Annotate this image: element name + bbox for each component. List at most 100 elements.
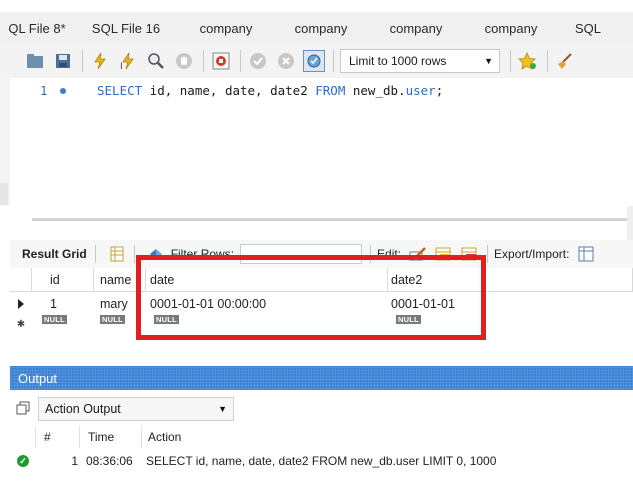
cell-name[interactable]: mary (94, 292, 146, 316)
splitter-edge (627, 206, 633, 240)
output-row-number: 1 (71, 454, 78, 468)
toolbar-separator (370, 245, 372, 263)
result-grid-toolbar: Result Grid Filter Rows: Edit: Export/Im… (10, 240, 633, 268)
limit-rows-select[interactable]: Limit to 1000 rows ▼ (340, 49, 500, 73)
tab-sql-file-16[interactable]: SQL File 16 (74, 21, 178, 36)
export-icon[interactable] (577, 245, 595, 263)
output-panel-header: Output (10, 366, 633, 390)
grid-header-row: id name date date2 (10, 268, 633, 292)
toolbar-separator (547, 50, 548, 72)
null-cell-name[interactable]: NULL (94, 314, 146, 334)
svg-text:I: I (120, 62, 123, 70)
table-row[interactable]: 1 mary 0001-01-01 00:00:00 0001-01-01 (10, 292, 633, 316)
success-check-icon: ✓ (10, 448, 36, 474)
new-row-placeholder[interactable]: ✱ NULL NULL NULL NULL (10, 314, 633, 334)
action-output-table[interactable]: # Time Action ✓ 1 08:36:06 SELECT id, na… (10, 426, 633, 503)
tab-company-1[interactable]: company (178, 21, 274, 36)
tab-sql-file-8[interactable]: QL File 8* (0, 21, 74, 36)
null-badge: NULL (154, 315, 179, 324)
sql-keyword: SELECT (97, 83, 143, 98)
result-grid[interactable]: id name date date2 1 mary 0001-01-01 00:… (10, 268, 633, 336)
statement-marker-icon (60, 88, 66, 94)
toolbar-separator (333, 50, 334, 72)
cell-date2[interactable]: 0001-01-01 (388, 292, 633, 316)
save-icon[interactable] (52, 50, 74, 72)
output-row[interactable]: ✓ 1 08:36:06 SELECT id, name, date, date… (10, 448, 633, 474)
explain-icon[interactable] (145, 50, 167, 72)
editor-tab-strip: QL File 8* SQL File 16 company company c… (0, 12, 633, 44)
sql-table-db: new_db. (345, 83, 406, 98)
autocommit-toggle-icon[interactable] (303, 50, 325, 72)
sql-editor[interactable]: 1 SELECT id, name, date, date2 FROM new_… (10, 78, 633, 206)
result-grid-label[interactable]: Result Grid (22, 247, 87, 261)
export-import-label: Export/Import: (494, 247, 570, 261)
output-row-action: SELECT id, name, date, date2 FROM new_db… (146, 454, 497, 468)
tab-company-2[interactable]: company (274, 21, 368, 36)
result-grid-empty-area (10, 336, 633, 364)
tab-company-3[interactable]: company (368, 21, 464, 36)
limit-rows-value: Limit to 1000 rows (349, 54, 447, 68)
sql-table-name: user (405, 83, 436, 98)
sql-query-text[interactable]: SELECT id, name, date, date2 FROM new_db… (97, 83, 443, 98)
copy-icon[interactable] (16, 401, 30, 418)
edit-row-icon[interactable] (409, 245, 427, 263)
rollback-icon[interactable] (275, 50, 297, 72)
editor-left-edge (0, 78, 10, 206)
column-header-id[interactable]: id (34, 268, 94, 291)
toolbar-separator (510, 50, 511, 72)
output-row-time: 08:36:06 (86, 454, 133, 468)
null-badge: NULL (396, 315, 421, 324)
output-type-select[interactable]: Action Output ▼ (38, 397, 234, 421)
stop-icon[interactable] (173, 50, 195, 72)
line-number: 1 (40, 83, 48, 98)
toolbar-separator (133, 245, 135, 263)
null-cell-date[interactable]: NULL (146, 314, 388, 334)
status-column-header (10, 426, 36, 448)
edit-label: Edit: (377, 247, 402, 261)
panel-handle[interactable] (0, 183, 8, 205)
commit-icon[interactable] (247, 50, 269, 72)
toggle-error-icon[interactable] (210, 50, 232, 72)
null-cell-id[interactable]: NULL (34, 314, 94, 334)
editor-results-splitter[interactable] (0, 206, 633, 240)
sql-keyword: FROM (315, 83, 346, 98)
column-header-action[interactable]: Action (142, 426, 622, 448)
row-marker-header (10, 268, 32, 291)
cell-id[interactable]: 1 (34, 292, 94, 316)
sql-editor-toolbar: I Limit to 1000 rows ▼ (0, 44, 633, 78)
tab-company-4[interactable]: company (464, 21, 558, 36)
execute-current-icon[interactable]: I (117, 50, 139, 72)
sql-semicolon: ; (435, 83, 444, 98)
execute-icon[interactable] (89, 50, 111, 72)
output-toolbar: Action Output ▼ (10, 394, 633, 424)
toolbar-separator (240, 50, 241, 72)
output-title: Output (18, 370, 58, 386)
add-bookmark-icon[interactable] (517, 50, 539, 72)
column-header-name[interactable]: name (94, 268, 146, 291)
column-header-date2[interactable]: date2 (388, 268, 633, 291)
toolbar-separator (203, 50, 204, 72)
sql-columns: id, name, date, date2 (142, 83, 316, 98)
null-cell-date2[interactable]: NULL (388, 314, 633, 334)
chevron-down-icon: ▼ (218, 404, 227, 414)
splitter-line (32, 218, 633, 221)
filter-rows-icon (147, 245, 165, 263)
filter-rows-label: Filter Rows: (170, 247, 235, 261)
grid-layout-icon[interactable] (108, 245, 126, 263)
null-badge: NULL (100, 315, 125, 324)
filter-rows-input[interactable] (240, 244, 363, 264)
add-row-icon[interactable] (435, 245, 453, 263)
toolbar-separator (487, 245, 489, 263)
null-badge: NULL (42, 315, 67, 324)
delete-row-icon[interactable] (461, 245, 479, 263)
current-row-arrow-icon (10, 292, 32, 316)
beautify-broom-icon[interactable] (554, 50, 576, 72)
output-header-row: # Time Action (10, 426, 633, 448)
toolbar-separator (94, 245, 96, 263)
column-header-time[interactable]: Time (80, 426, 142, 448)
tab-sql-partial[interactable]: SQL (558, 21, 618, 36)
open-folder-icon[interactable] (24, 50, 46, 72)
column-header-number[interactable]: # (36, 426, 80, 448)
column-header-date[interactable]: date (146, 268, 388, 291)
cell-date[interactable]: 0001-01-01 00:00:00 (146, 292, 388, 316)
